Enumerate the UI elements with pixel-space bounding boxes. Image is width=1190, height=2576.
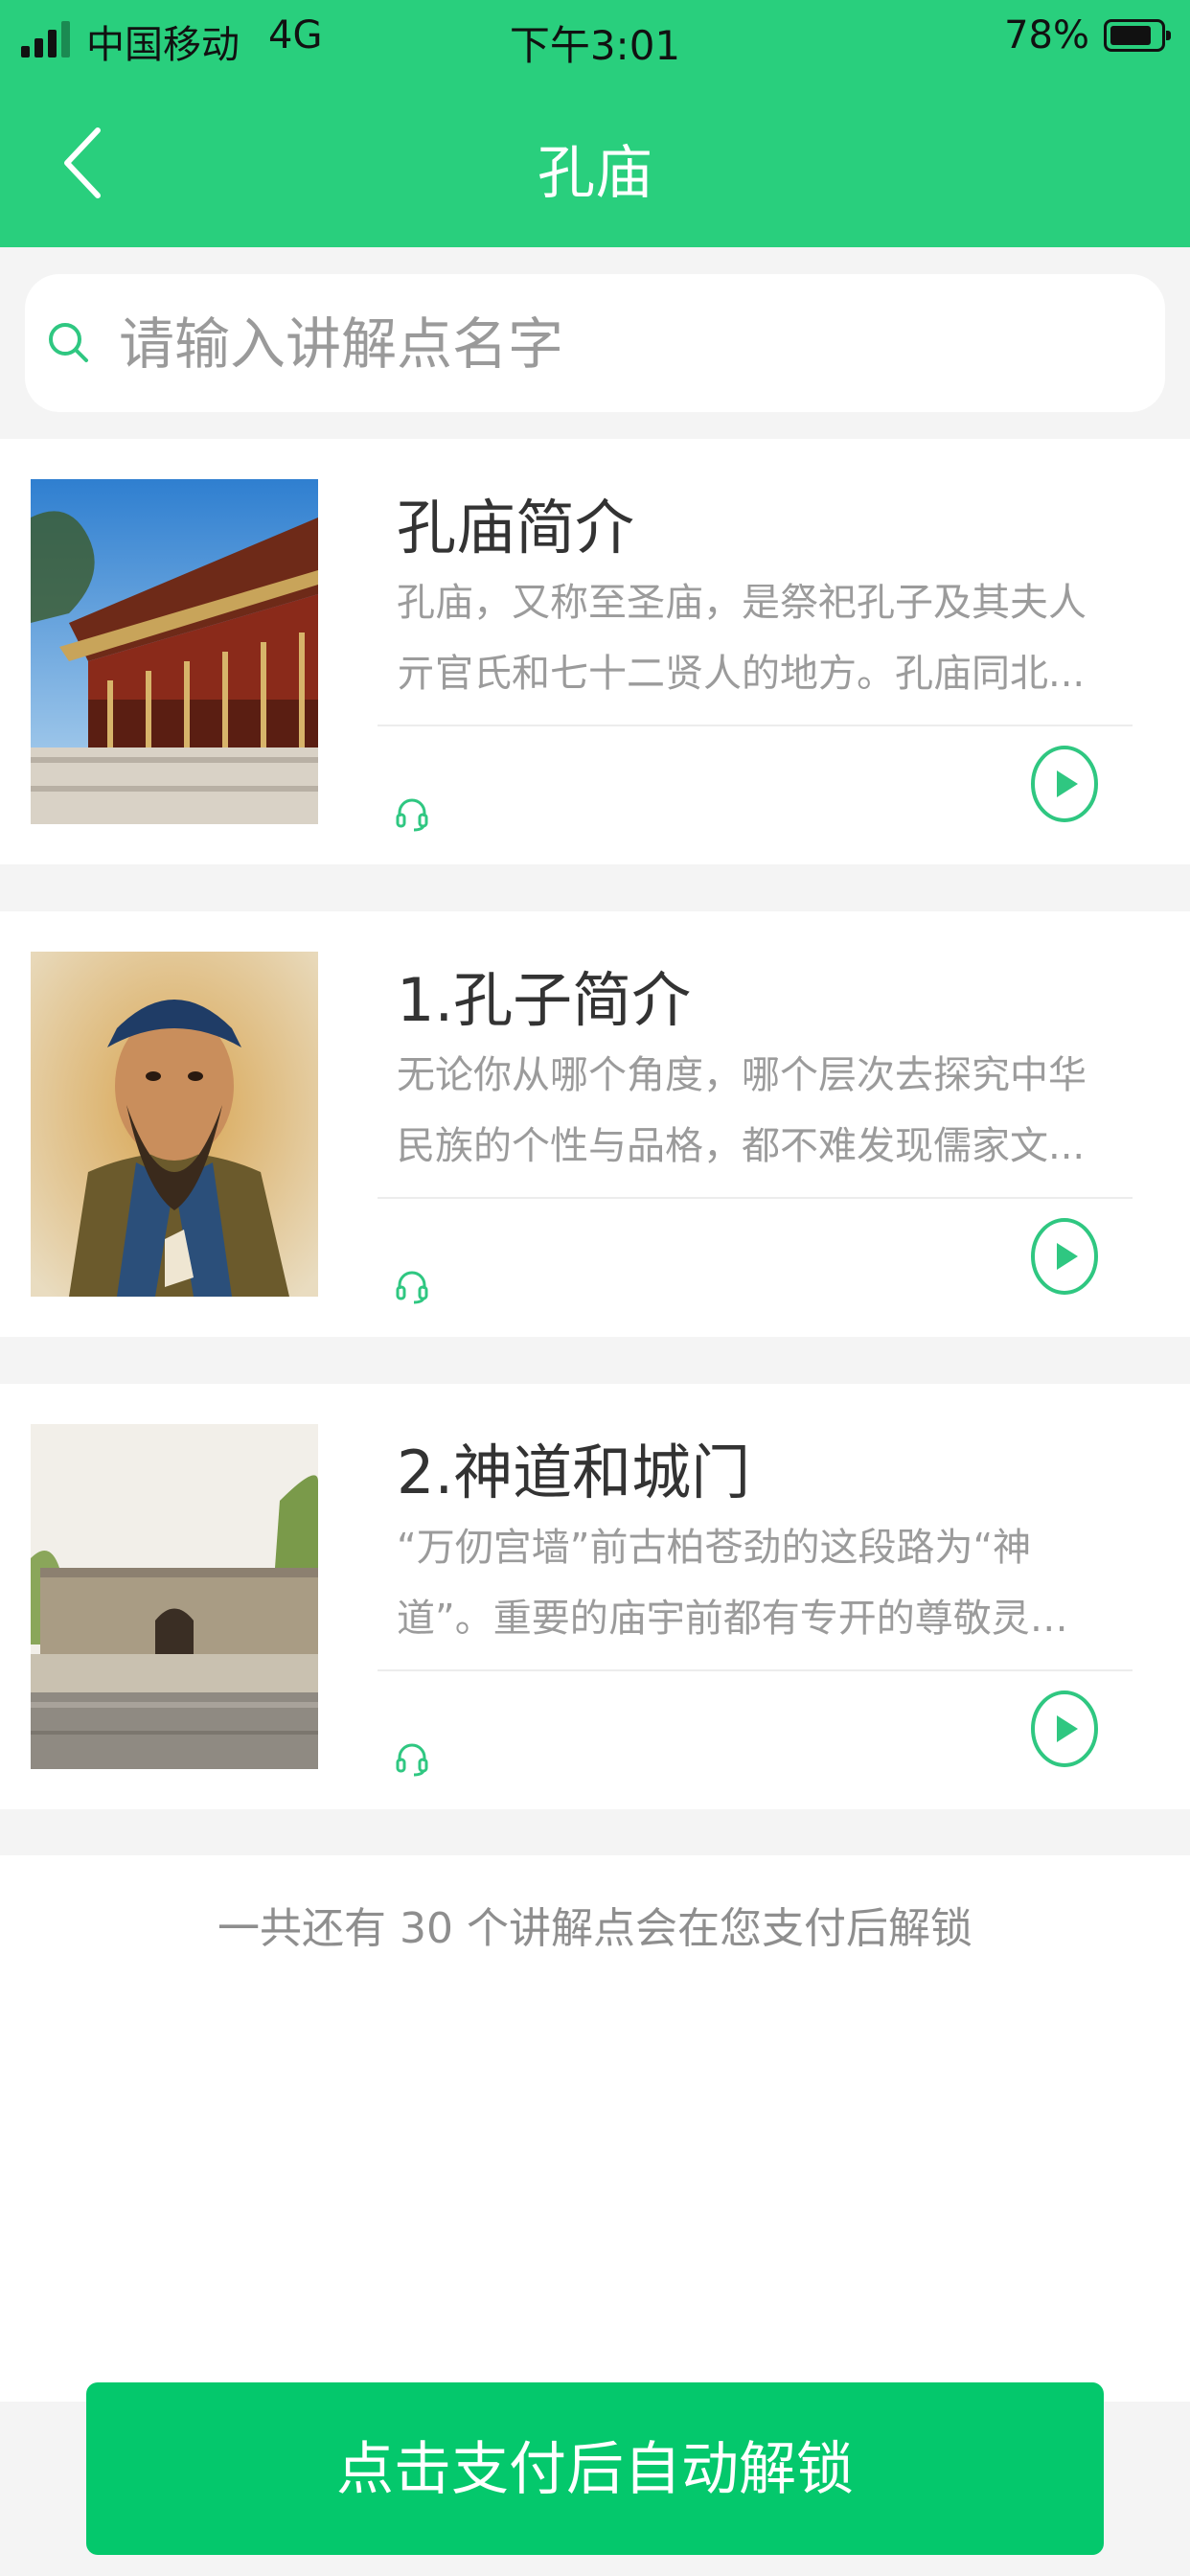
item-title: 2.神道和城门: [397, 1438, 751, 1507]
play-circle-icon[interactable]: [1029, 744, 1100, 824]
pay-unlock-button[interactable]: 点击支付后自动解锁: [86, 2382, 1104, 2555]
headphone-icon: [396, 1743, 428, 1777]
unlock-note-text: 一共还有 30 个讲解点会在您支付后解锁: [217, 1904, 973, 1953]
list-item[interactable]: 1.孔子简介 无论你从哪个角度，哪个层次去探究中华民族的个性与品格，都不难发现儒…: [0, 911, 1190, 1337]
status-bar: 中国移动 4G 下午3:01 78%: [0, 0, 1190, 82]
divider: [378, 724, 1133, 726]
item-description: 无论你从哪个角度，哪个层次去探究中华民族的个性与品格，都不难发现儒家文...: [397, 1053, 1087, 1168]
divider: [378, 1669, 1133, 1671]
play-circle-icon[interactable]: [1029, 1689, 1100, 1769]
search-input[interactable]: [117, 303, 1136, 385]
list-item[interactable]: 孔庙简介 孔庙，又称至圣庙，是祭祀孔子及其夫人亓官氏和七十二贤人的地方。孔庙同北…: [0, 439, 1190, 864]
play-circle-icon[interactable]: [1029, 1216, 1100, 1297]
search-bar[interactable]: [25, 274, 1165, 412]
item-title: 1.孔子简介: [397, 965, 692, 1035]
item-description: “万仞宫墙”前古柏苍劲的这段路为“神道”。重要的庙宇前都有专开的尊敬灵通之道..…: [397, 1526, 1068, 1641]
divider: [378, 1197, 1133, 1199]
unlock-note-section: 一共还有 30 个讲解点会在您支付后解锁: [0, 1855, 1190, 2402]
confucius-thumbnail: [31, 952, 318, 1297]
temple-thumbnail: [31, 479, 318, 824]
headphone-icon: [396, 798, 428, 832]
page-title: 孔庙: [538, 140, 652, 207]
item-description: 孔庙，又称至圣庙，是祭祀孔子及其夫人亓官氏和七十二贤人的地方。孔庙同北...: [397, 581, 1087, 696]
battery-icon: [1104, 19, 1171, 52]
list-item[interactable]: 2.神道和城门 “万仞宫墙”前古柏苍劲的这段路为“神道”。重要的庙宇前都有专开的…: [0, 1384, 1190, 1809]
headphone-icon: [396, 1271, 428, 1304]
item-title: 孔庙简介: [397, 493, 635, 563]
city-gate-thumbnail: [31, 1424, 318, 1769]
header: 中国移动 4G 下午3:01 78% 孔庙: [0, 0, 1190, 247]
battery-percent: 78%: [1004, 13, 1089, 58]
search-icon: [49, 323, 88, 362]
